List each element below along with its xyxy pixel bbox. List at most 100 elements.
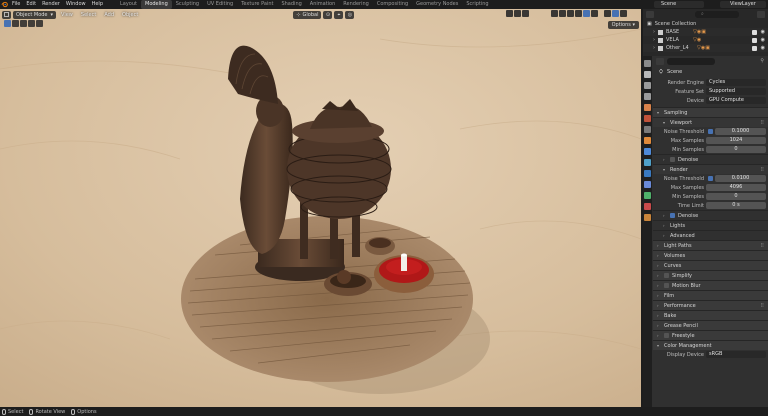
render-noise-threshold-field[interactable]: 0.0100 [715,175,766,182]
drag-handle-icon[interactable]: ⠿ [760,243,764,249]
render-max-samples-field[interactable]: 4096 [706,184,766,191]
view-layer-selector[interactable]: ViewLayer [720,1,766,8]
tab-shading[interactable]: Shading [277,0,305,9]
xray-icon[interactable] [551,10,558,17]
menu-edit[interactable]: Edit [23,0,39,9]
select-invert-icon[interactable] [28,20,35,27]
menu-object[interactable]: Object [119,12,141,18]
visibility-eye-icon[interactable]: ◉ [761,29,765,35]
tab-scripting[interactable]: Scripting [462,0,492,9]
properties-search-input[interactable] [667,57,715,65]
render-min-samples-field[interactable]: 0 [706,193,766,200]
time-limit-field[interactable]: 0 s [706,202,766,209]
visibility-eye-icon[interactable]: ◉ [761,45,765,51]
snap-icon[interactable]: ⌖ [334,10,344,19]
exclude-checkbox[interactable] [752,37,757,43]
select-box-icon[interactable] [4,20,11,27]
panel-volumes[interactable]: › Volumes [653,250,768,260]
outliner-row-base[interactable]: › BASE ▽◉▣ ◉ [643,28,768,36]
panel-motion-blur[interactable]: › Motion Blur [653,280,768,290]
advanced-subpanel-header[interactable]: › Advanced [653,230,768,240]
wireframe-shading-icon[interactable] [559,10,566,17]
freestyle-checkbox[interactable] [664,333,669,338]
options-button[interactable]: Options ▾ [607,21,639,29]
menu-render[interactable]: Render [39,0,63,9]
panel-freestyle[interactable]: › Freestyle [653,330,768,340]
expand-arrow-icon[interactable]: › [653,29,655,35]
menu-window[interactable]: Window [63,0,89,9]
camera-view-icon[interactable] [612,10,619,17]
sampling-panel-header[interactable]: ▾ Sampling [653,107,768,117]
viewport-denoise-checkbox[interactable] [670,157,675,162]
output-tab-icon[interactable] [644,82,651,89]
overlays-icon[interactable] [522,10,529,17]
shading-options-icon[interactable] [591,10,598,17]
tab-compositing[interactable]: Compositing [373,0,412,9]
constraints-tab-icon[interactable] [644,181,651,188]
panel-bake[interactable]: › Bake [653,310,768,320]
navigation-icon[interactable] [620,10,627,17]
tab-sculpting[interactable]: Sculpting [172,0,203,9]
tab-layout[interactable]: Layout [116,0,141,9]
menu-file[interactable]: File [9,0,23,9]
expand-arrow-icon[interactable]: › [653,45,655,51]
filter-icon[interactable] [757,11,765,18]
mode-selector[interactable]: Object Mode ▾ [13,10,57,19]
viewport-noise-threshold-field[interactable]: 0.1000 [715,128,766,135]
select-extend-icon[interactable] [12,20,19,27]
menu-add[interactable]: Add [101,12,117,18]
lights-subpanel-header[interactable]: › Lights [653,220,768,230]
viewport-subpanel-header[interactable]: ▾ Viewport ⠿ [653,117,768,127]
3d-viewport[interactable]: Object Mode ▾ View Select Add Object ⊹ G… [0,9,641,407]
properties-editor-type-icon[interactable] [656,57,664,65]
exclude-checkbox[interactable] [752,45,757,51]
panel-curves[interactable]: › Curves [653,260,768,270]
viewport-min-samples-field[interactable]: 0 [706,146,766,153]
noise-threshold-checkbox[interactable] [708,129,713,134]
render-subpanel-header[interactable]: ▾ Render ⠿ [653,164,768,174]
view-layer-tab-icon[interactable] [644,93,651,100]
simplify-checkbox[interactable] [664,273,669,278]
outliner-search-input[interactable]: ⌕ [695,11,739,18]
proportional-edit-icon[interactable]: ◎ [345,10,355,19]
texture-tab-icon[interactable] [644,214,651,221]
tool-tab-icon[interactable] [644,60,651,67]
viewport-denoise-header[interactable]: › Denoise [653,154,768,164]
scene-tab-icon[interactable] [644,104,651,111]
panel-film[interactable]: › Film [653,290,768,300]
material-tab-icon[interactable] [644,203,651,210]
pin-icon[interactable]: ⚲ [760,58,764,64]
render-denoise-header[interactable]: › Denoise [653,210,768,220]
device-select[interactable]: GPU Compute [706,97,766,104]
select-subtract-icon[interactable] [20,20,27,27]
rendered-shading-icon[interactable] [583,10,590,17]
visibility-eye-icon[interactable]: ◉ [761,37,765,43]
menu-select[interactable]: Select [78,12,99,18]
collection-tab-icon[interactable] [644,126,651,133]
outliner-row-other[interactable]: › Other_L4 ▽◉▣ ◉ [643,44,768,52]
outliner-row-vela[interactable]: › VELA ▽◉ ◉ [643,36,768,44]
render-denoise-checkbox[interactable] [670,213,675,218]
panel-performance[interactable]: › Performance ⠿ [653,300,768,310]
render-tab-icon[interactable] [644,71,651,78]
material-shading-icon[interactable] [575,10,582,17]
drag-handle-icon[interactable]: ⠿ [760,167,764,173]
viewport-max-samples-field[interactable]: 1024 [706,137,766,144]
visibility-icon[interactable] [506,10,513,17]
physics-tab-icon[interactable] [644,170,651,177]
panel-color-management[interactable]: ▾ Color Management [653,340,768,350]
render-noise-threshold-checkbox[interactable] [708,176,713,181]
tab-animation[interactable]: Animation [306,0,340,9]
gizmo-icon[interactable] [514,10,521,17]
modifier-tab-icon[interactable] [644,148,651,155]
data-tab-icon[interactable] [644,192,651,199]
world-tab-icon[interactable] [644,115,651,122]
tab-geometry-nodes[interactable]: Geometry Nodes [412,0,462,9]
drag-handle-icon[interactable]: ⠿ [760,120,764,126]
select-intersect-icon[interactable] [36,20,43,27]
outliner-editor-type-icon[interactable] [646,11,654,18]
display-device-select[interactable]: sRGB [706,351,766,358]
outliner-scene-collection[interactable]: ▣ Scene Collection [643,20,768,28]
editor-type-icon[interactable] [2,10,11,19]
menu-help[interactable]: Help [89,0,106,9]
